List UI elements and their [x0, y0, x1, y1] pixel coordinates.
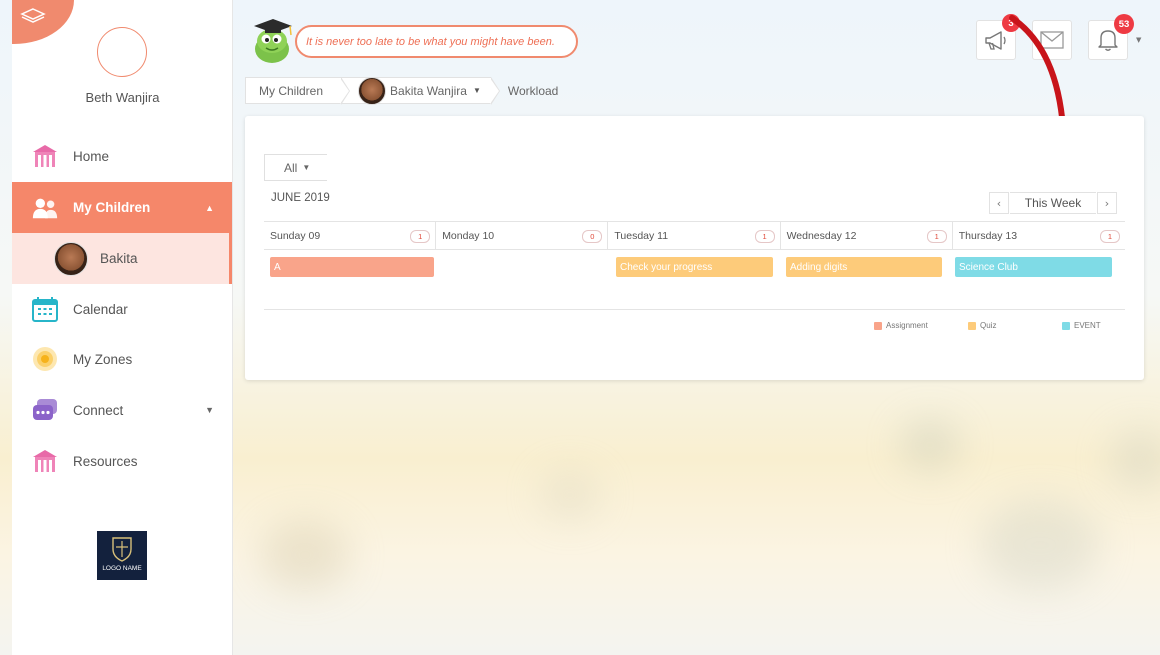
event-quiz[interactable]: Adding digits: [786, 257, 942, 277]
app-logo-corner[interactable]: [12, 0, 74, 44]
profile-name: Beth Wanjira: [85, 90, 160, 105]
caret-down-icon: ▼: [302, 163, 311, 172]
resources-icon: [31, 447, 59, 475]
day-column: Sunday 09 1: [264, 222, 437, 249]
this-week-button[interactable]: This Week: [1010, 192, 1096, 214]
stack-icon: [20, 8, 46, 23]
day-count-badge: 1: [1099, 230, 1120, 243]
legend-quiz: Quiz: [968, 321, 996, 330]
legend-swatch: [1062, 321, 1070, 330]
divider: [264, 309, 1125, 310]
legend-swatch: [968, 321, 976, 330]
day-count-badge: 0: [582, 230, 603, 243]
children-icon: [31, 194, 59, 222]
notifications-count-badge: 53: [1114, 14, 1134, 34]
legend-event: EVENT: [1062, 321, 1101, 330]
workload-card: All ▼ JUNE 2019 ‹ This Week › Sunday 09 …: [245, 116, 1144, 380]
sidebar-item-label: Home: [73, 148, 110, 164]
motivational-quote: It is never too late to be what you migh…: [295, 25, 578, 58]
mascot-image: [246, 13, 300, 65]
month-label: JUNE 2019: [271, 192, 330, 204]
day-label: Sunday 09: [270, 229, 321, 242]
sidebar-item-label: Resources: [73, 453, 138, 469]
background-blob: [540, 470, 600, 520]
day-label: Wednesday 12: [786, 229, 857, 242]
calendar-icon: [31, 295, 59, 323]
chevron-right-icon: ›: [1104, 196, 1110, 210]
sidebar-item-label: Calendar: [73, 301, 128, 317]
breadcrumb-separator: [340, 77, 351, 105]
sidebar-item-label: Connect: [73, 402, 124, 418]
filter-label: All: [284, 160, 298, 175]
background-blob: [980, 500, 1100, 590]
breadcrumb-label: My Children: [259, 83, 324, 98]
day-column: Thursday 13 1: [953, 222, 1125, 249]
chevron-down-icon: ▼: [205, 405, 214, 415]
bell-icon: [1098, 30, 1118, 51]
filter-dropdown[interactable]: All ▼: [264, 154, 327, 181]
legend-label: EVENT: [1074, 321, 1101, 330]
sidebar-subitem-label: Bakita: [100, 251, 138, 266]
legend-label: Assignment: [886, 321, 928, 330]
day-column: Tuesday 11 1: [608, 222, 781, 249]
event-assignment[interactable]: A: [270, 257, 434, 277]
sidebar-item-my-zones[interactable]: My Zones: [12, 334, 232, 384]
school-building-icon: [31, 142, 59, 170]
day-column: Monday 10 0: [436, 222, 609, 249]
background-blob: [260, 520, 350, 590]
sidebar-item-home[interactable]: Home: [12, 131, 232, 181]
chevron-left-icon: ‹: [996, 196, 1002, 210]
previous-week-button[interactable]: ‹: [989, 192, 1009, 214]
school-logo: LOGO NAME: [97, 531, 147, 580]
account-menu-caret-icon[interactable]: ▼: [1136, 36, 1141, 44]
caret-down-icon: ▼: [472, 86, 481, 95]
breadcrumb-child-selector[interactable]: Bakita Wanjira ▼: [341, 76, 500, 105]
day-label: Thursday 13: [958, 229, 1018, 242]
sidebar-item-label: My Children: [73, 200, 151, 215]
day-label: Monday 10: [442, 229, 495, 242]
legend-label: Quiz: [980, 321, 997, 330]
legend-assignment: Assignment: [874, 321, 928, 330]
logo-name-text: LOGO NAME: [102, 565, 142, 572]
breadcrumb-separator: [489, 77, 500, 105]
next-week-button[interactable]: ›: [1097, 192, 1117, 214]
background-blob: [1110, 430, 1160, 490]
breadcrumb-label: Workload: [507, 83, 559, 98]
breadcrumb-my-children[interactable]: My Children: [245, 77, 351, 105]
day-column: Wednesday 12 1: [781, 222, 953, 249]
sidebar-subitem-bakita[interactable]: Bakita: [12, 233, 232, 284]
event-quiz[interactable]: Check your progress: [616, 257, 773, 277]
sidebar: Beth Wanjira Home My Children ▲ Bakita C…: [12, 0, 233, 655]
school-crest-icon: [112, 537, 132, 562]
sidebar-item-label: My Zones: [73, 351, 133, 367]
breadcrumb: My Children Bakita Wanjira ▼ Workload: [245, 76, 558, 105]
background-blob: [900, 420, 960, 470]
sidebar-item-connect[interactable]: Connect ▼: [12, 385, 232, 435]
child-avatar: [54, 241, 88, 276]
day-label: Tuesday 11: [614, 229, 669, 242]
week-navigator: ‹ This Week ›: [989, 192, 1117, 214]
breadcrumb-label: Bakita Wanjira: [390, 83, 467, 98]
day-count-badge: 1: [754, 230, 775, 243]
dinosaur-mascot-icon: [254, 19, 292, 63]
event-event[interactable]: Science Club: [955, 257, 1112, 277]
day-count-badge: 1: [926, 230, 947, 243]
connect-icon: [31, 396, 59, 424]
chevron-up-icon: ▲: [205, 202, 214, 213]
sidebar-item-calendar[interactable]: Calendar: [12, 284, 232, 334]
day-count-badge: 1: [410, 230, 431, 243]
legend-swatch: [874, 321, 882, 330]
profile-avatar[interactable]: [97, 27, 147, 77]
days-header: Sunday 09 1 Monday 10 0 Tuesday 11 1 Wed…: [264, 221, 1125, 250]
breadcrumb-workload: Workload: [491, 77, 558, 104]
zones-icon: [31, 345, 59, 373]
sidebar-item-resources[interactable]: Resources: [12, 436, 232, 486]
quote-text: It is never too late to be what you migh…: [306, 35, 555, 48]
sidebar-item-my-children[interactable]: My Children ▲: [12, 182, 232, 233]
child-avatar: [358, 76, 387, 105]
